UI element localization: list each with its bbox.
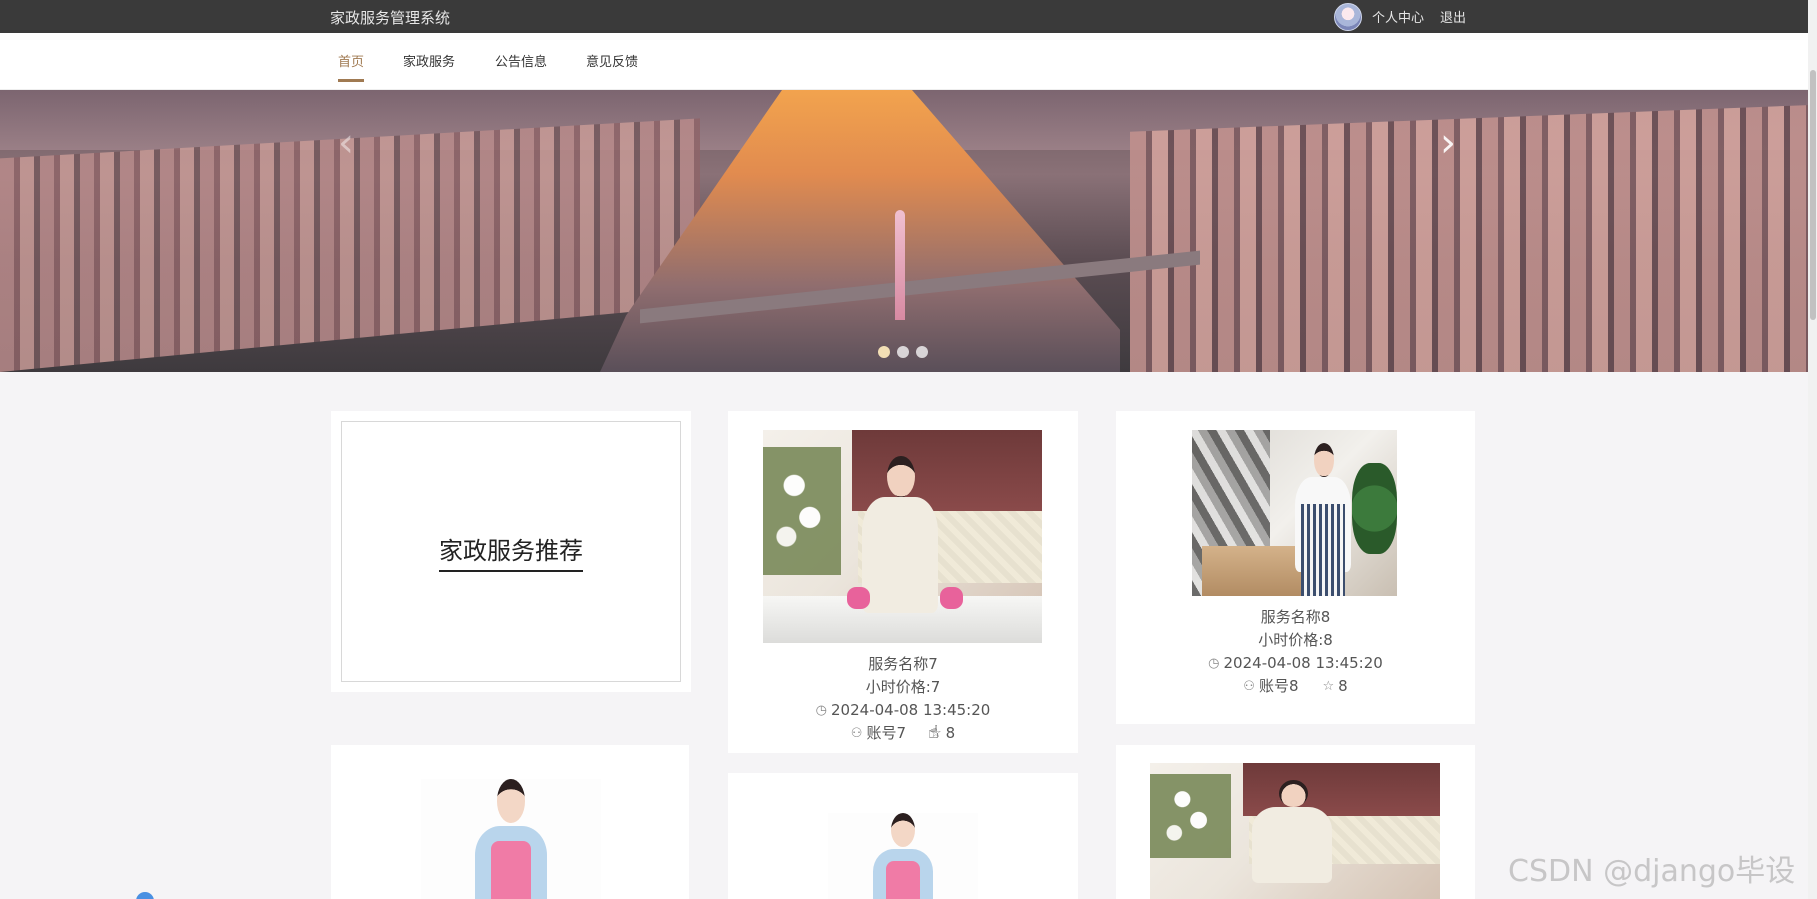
avatar[interactable] [1334,2,1362,31]
profile-link[interactable]: 个人中心 [1372,7,1424,26]
user-icon: ⚇ [850,726,863,741]
carousel-dot-2[interactable] [897,346,909,358]
nav-item-services[interactable]: 家政服务 [403,51,455,70]
service-price: 小时价格:8 [1258,631,1333,649]
site-title: 家政服务管理系统 [330,9,451,27]
photo-person-head [496,779,526,824]
hand-cursor-icon: ☝ [928,722,939,743]
recommend-intro-card: 家政服务推荐 [331,411,691,692]
service-photo[interactable] [1150,763,1440,899]
service-photo[interactable] [828,813,978,899]
carousel-dot-3[interactable] [916,346,928,358]
photo-person-head [886,455,915,497]
recommend-intro-frame: 家政服务推荐 [341,421,681,682]
service-price: 小时价格:7 [865,678,941,696]
service-favorites: 8 [1338,677,1348,695]
photo-person-torso [861,496,938,613]
service-time: 2024-04-08 13:45:20 [1223,654,1383,672]
main-nav: 首页 家政服务 公告信息 意见反馈 [0,33,1808,90]
watermark: CSDN @django毕设 [1508,854,1796,889]
carousel-dot-1[interactable] [878,346,890,358]
photo-person-torso [1252,806,1332,884]
service-time-line: ◷ 2024-04-08 13:45:20 [728,699,1078,722]
banner-city-right [1130,105,1808,372]
clock-icon: ◷ [815,703,828,718]
banner-carousel: ‹ › [0,90,1808,372]
scrollbar-thumb[interactable] [1810,70,1816,320]
photo-person [1284,443,1362,596]
chevron-left-icon[interactable]: ‹ [338,120,354,166]
service-photo[interactable] [763,430,1042,643]
photo-person-head [1313,443,1335,477]
recommend-title: 家政服务推荐 [439,531,583,572]
photo-apron [1301,504,1345,596]
service-card[interactable] [728,773,1078,899]
nav-item-home[interactable]: 首页 [338,51,365,82]
service-photo[interactable] [1192,430,1397,596]
service-account: 账号7 [866,724,906,742]
photo-glove-left [846,586,870,610]
chevron-right-icon[interactable]: › [1440,120,1456,166]
service-time: 2024-04-08 13:45:20 [831,701,991,719]
photo-person-head [1278,779,1308,807]
photo-flowers [1150,774,1232,859]
star-icon: ☆ [1322,679,1335,694]
photo-person [1237,779,1347,899]
photo-person [873,813,933,899]
photo-apron [886,861,920,899]
service-account: 账号8 [1258,677,1299,695]
photo-person [846,455,964,643]
photo-person-head [891,813,915,847]
user-icon: ⚇ [1243,679,1255,694]
user-menu: 个人中心 退出 [1334,2,1482,31]
service-card[interactable]: 服务名称7 小时价格:7 ◷ 2024-04-08 13:45:20 ⚇ 账号7… [728,411,1078,753]
photo-person [475,779,547,899]
service-time-line: ◷ 2024-04-08 13:45:20 [1116,652,1475,675]
nav-item-feedback[interactable]: 意见反馈 [586,51,638,70]
service-name: 服务名称7 [868,655,938,673]
logout-link[interactable]: 退出 [1440,7,1466,26]
service-card[interactable] [1116,745,1475,899]
clock-icon: ◷ [1208,656,1220,671]
photo-apron [490,841,532,899]
service-info: 服务名称7 小时价格:7 ◷ 2024-04-08 13:45:20 ⚇ 账号7… [728,653,1078,745]
banner-tower [895,210,905,320]
service-meta-line: ⚇ 账号8 ☆ 8 [1116,675,1475,698]
service-card[interactable] [331,745,689,899]
top-bar: 家政服务管理系统 个人中心 退出 [0,0,1808,33]
photo-glove-right [939,586,964,610]
photo-flowers [763,447,842,575]
service-favorites: 8 [945,724,956,742]
service-info: 服务名称8 小时价格:8 ◷ 2024-04-08 13:45:20 ⚇ 账号8… [1116,606,1475,698]
service-name: 服务名称8 [1260,608,1331,626]
service-card[interactable]: 服务名称8 小时价格:8 ◷ 2024-04-08 13:45:20 ⚇ 账号8… [1116,411,1475,724]
floating-button[interactable] [136,892,154,899]
carousel-indicators [878,346,928,358]
service-meta-line: ⚇ 账号7 ☆ 8 [728,722,1078,745]
nav-item-announcements[interactable]: 公告信息 [495,51,547,70]
service-photo[interactable] [421,779,601,899]
